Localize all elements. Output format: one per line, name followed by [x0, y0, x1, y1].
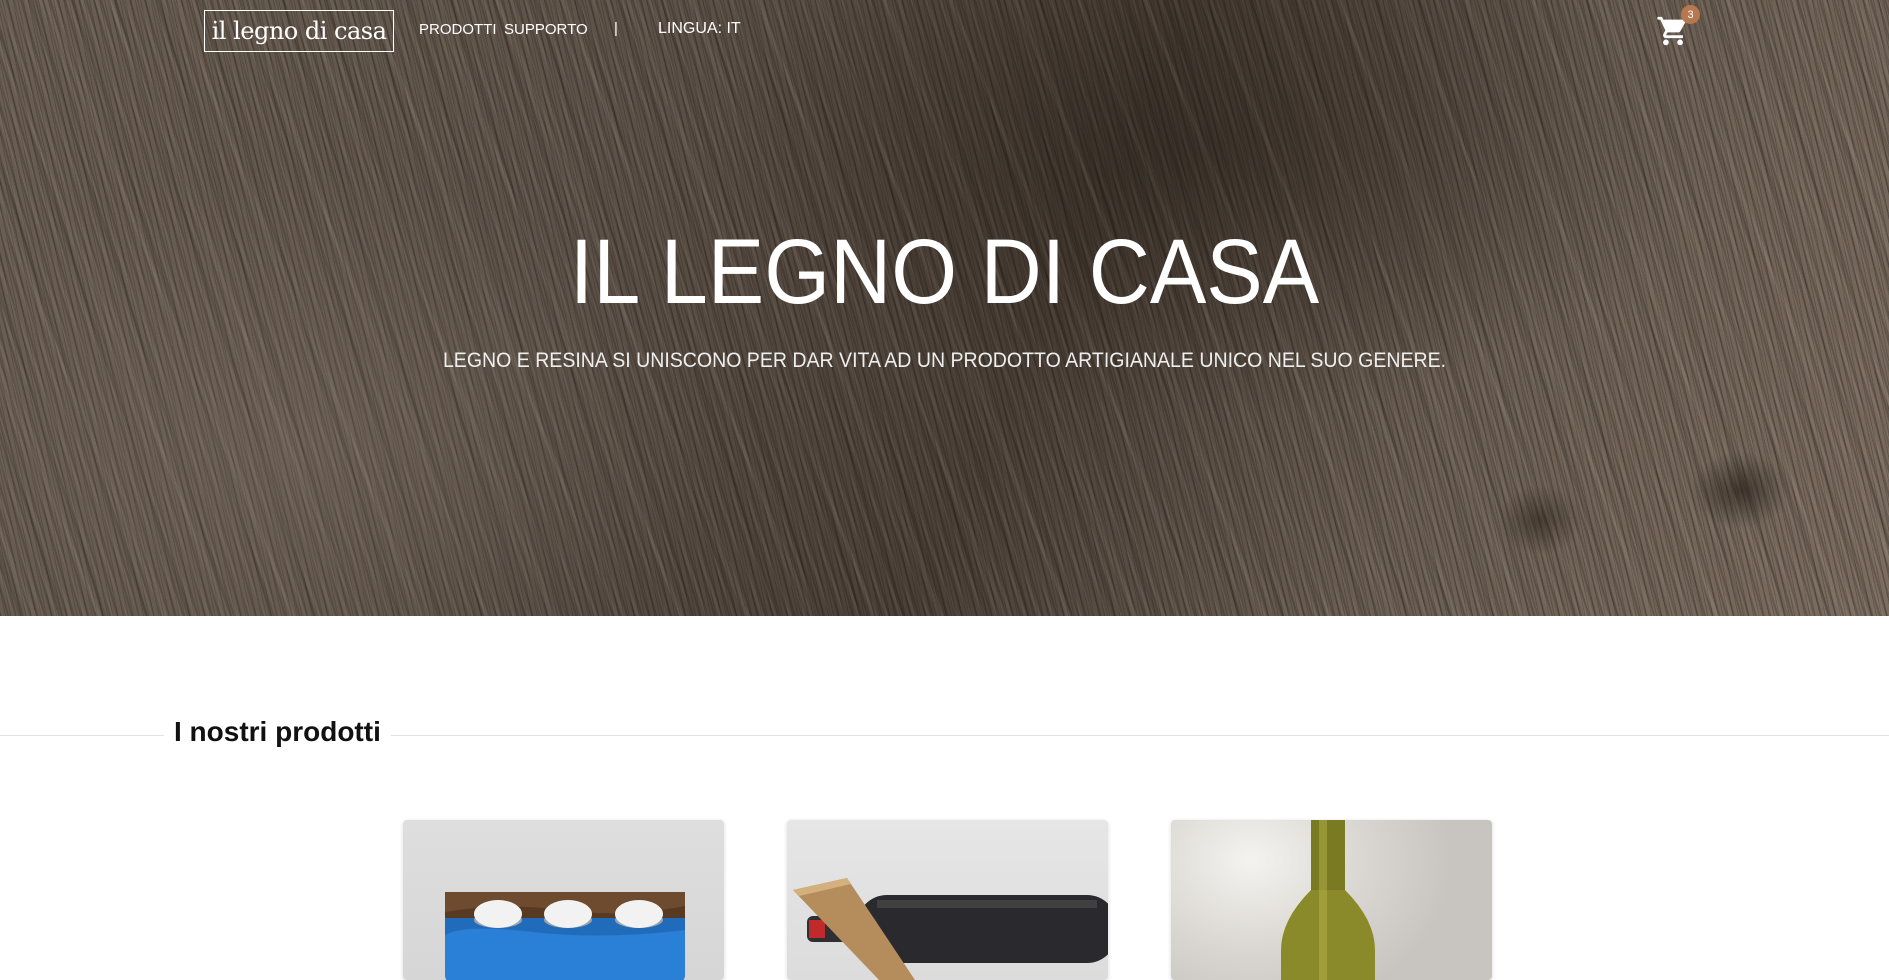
- candle-holder-image: [445, 892, 685, 980]
- product-card-candle-holder[interactable]: [403, 820, 724, 980]
- nav-link-prodotti[interactable]: PRODOTTI: [419, 21, 497, 38]
- wine-holder-image: [793, 878, 1108, 980]
- nav-separator: |: [614, 20, 618, 37]
- bottle-lamp-image: [1281, 820, 1375, 980]
- hero-title: IL LEGNO DI CASA: [569, 221, 1320, 323]
- product-card-wine-holder[interactable]: [787, 820, 1108, 980]
- language-selector[interactable]: LINGUA: IT: [658, 20, 741, 38]
- hero-subtitle: LEGNO E RESINA SI UNISCONO PER DAR VITA …: [442, 349, 1447, 372]
- site-logo[interactable]: il legno di casa: [204, 10, 394, 52]
- cart-count-badge: 3: [1681, 5, 1700, 24]
- nav-link-supporto[interactable]: SUPPORTO: [504, 21, 588, 38]
- product-card-bottle-lamp[interactable]: [1171, 820, 1492, 980]
- section-title: I nostri prodotti: [164, 716, 391, 748]
